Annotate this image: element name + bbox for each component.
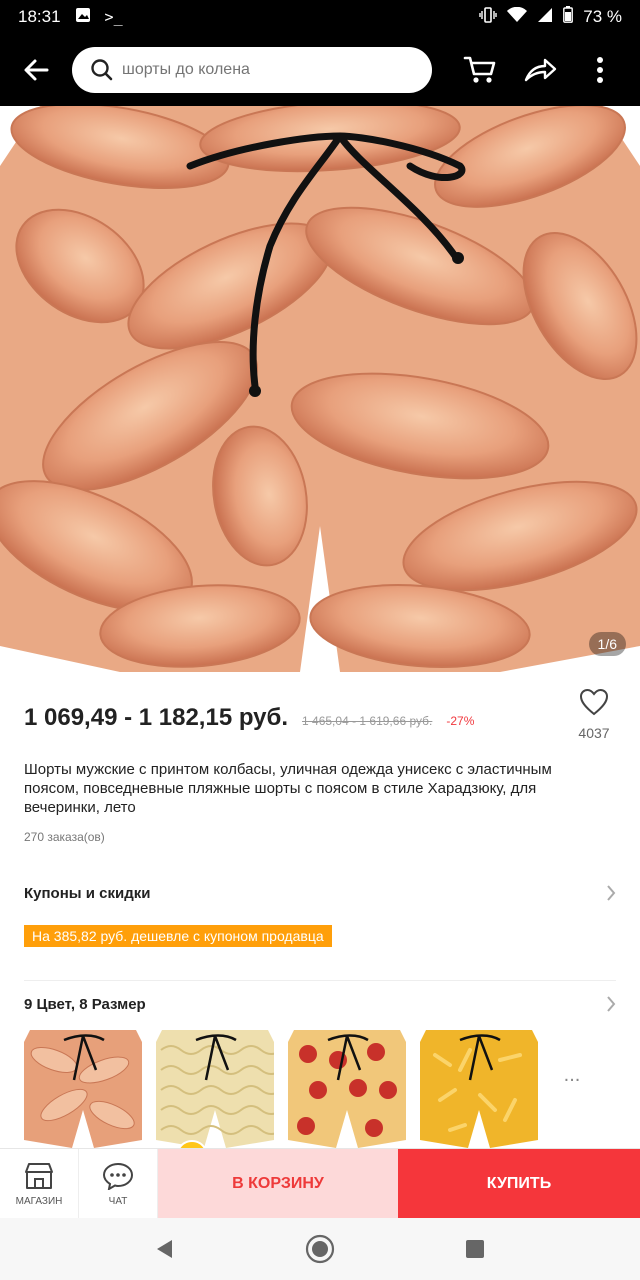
- battery-level: 73 %: [583, 7, 622, 26]
- share-button[interactable]: [510, 34, 570, 106]
- variant-swatch-noodles[interactable]: [156, 1030, 274, 1148]
- bottom-action-bar: МАГАЗИН ЧАТ В КОРЗИНУ КУПИТЬ: [0, 1148, 640, 1219]
- more-vertical-icon: [597, 57, 603, 83]
- favorite-button[interactable]: 4037: [572, 688, 616, 741]
- cart-button[interactable]: [450, 34, 510, 106]
- chat-icon: [102, 1162, 134, 1190]
- product-image: [0, 106, 640, 672]
- chat-label: ЧАТ: [108, 1195, 128, 1207]
- gallery-icon: [75, 7, 91, 28]
- product-image-gallery[interactable]: 1/6: [0, 106, 640, 672]
- share-icon: [524, 58, 557, 82]
- cart-icon: [463, 56, 496, 83]
- signal-icon: [537, 7, 553, 28]
- status-bar: 18:31 >_ 73 %: [0, 0, 640, 34]
- store-label: МАГАЗИН: [15, 1195, 63, 1207]
- back-arrow-icon: [24, 59, 49, 81]
- favorites-count: 4037: [578, 725, 610, 741]
- top-toolbar: [0, 34, 640, 106]
- search-input[interactable]: [122, 61, 402, 79]
- variant-swatches: ...: [24, 1030, 592, 1148]
- coupon-badge[interactable]: На 385,82 руб. дешевле с купоном продавц…: [24, 925, 332, 947]
- variants-section-header[interactable]: 9 Цвет, 8 Размер: [24, 992, 616, 1016]
- battery-icon: [563, 6, 574, 28]
- variant-swatch-sausage[interactable]: [24, 1030, 142, 1148]
- product-title: Шорты мужские с принтом колбасы, уличная…: [24, 761, 552, 816]
- system-nav-bar: [0, 1218, 640, 1280]
- nav-recents-icon[interactable]: [464, 1238, 486, 1260]
- price: 1 069,49 - 1 182,15 руб.: [24, 704, 289, 731]
- orders-count: 270 заказа(ов): [24, 830, 105, 844]
- nav-back-icon[interactable]: [154, 1238, 176, 1260]
- wifi-icon: [507, 6, 528, 28]
- variant-swatch-macaroni[interactable]: [420, 1030, 538, 1148]
- back-button[interactable]: [0, 34, 72, 106]
- coupons-heading: Купоны и скидки: [24, 884, 151, 902]
- variants-heading: 9 Цвет, 8 Размер: [24, 995, 146, 1013]
- discount-badge: -27%: [446, 714, 475, 728]
- search-bar[interactable]: [72, 47, 432, 93]
- image-counter: 1/6: [588, 632, 626, 656]
- store-button[interactable]: МАГАЗИН: [0, 1149, 79, 1219]
- old-price: 1 465,04 - 1 619,66 руб.: [302, 714, 433, 728]
- search-icon: [91, 59, 113, 81]
- heart-icon: [579, 688, 609, 716]
- vibrate-icon: [479, 6, 497, 28]
- divider: [24, 980, 616, 981]
- price-row: 1 069,49 - 1 182,15 руб. 1 465,04 - 1 61…: [24, 704, 474, 732]
- more-variants-button[interactable]: ...: [552, 1030, 592, 1120]
- buy-now-button[interactable]: КУПИТЬ: [398, 1149, 640, 1219]
- chat-button[interactable]: ЧАТ: [79, 1149, 158, 1219]
- nav-home-icon[interactable]: [305, 1234, 335, 1264]
- more-menu-button[interactable]: [570, 34, 630, 106]
- store-icon: [25, 1162, 53, 1189]
- status-time: 18:31: [18, 7, 61, 26]
- variant-swatch-pepperoni[interactable]: [288, 1030, 406, 1148]
- coupons-section-header[interactable]: Купоны и скидки: [24, 881, 616, 905]
- chevron-right-icon: [607, 996, 616, 1012]
- add-to-cart-button[interactable]: В КОРЗИНУ: [158, 1149, 398, 1219]
- chevron-right-icon: [607, 885, 616, 901]
- terminal-icon: >_: [104, 8, 123, 26]
